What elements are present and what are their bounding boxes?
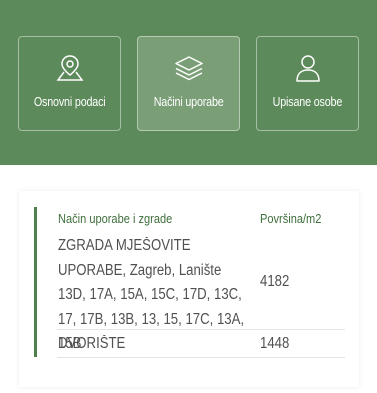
column-header-usage: Način uporabe i zgrade — [58, 211, 173, 226]
tab-label: Upisane osobe — [272, 95, 343, 109]
table-row-2-usage: DVORIŠTE — [58, 335, 126, 352]
map-pin-icon — [56, 55, 83, 81]
table-row-1-area: 4182 — [260, 273, 290, 290]
layers-icon — [174, 56, 203, 81]
tab-label: Osnovni podaci — [33, 95, 106, 109]
tab-upisane-osobe[interactable]: Upisane osobe — [256, 36, 359, 131]
row-divider — [57, 357, 345, 358]
card-accent-bar — [34, 207, 37, 357]
person-icon — [295, 55, 320, 82]
column-header-area: Površina/m2 — [260, 211, 322, 226]
tab-osnovni-podaci[interactable]: Osnovni podaci — [18, 36, 121, 131]
table-row-2-area: 1448 — [260, 335, 290, 352]
tab-label: Načini uporabe — [153, 95, 224, 109]
tab-nacini-uporabe[interactable]: Načini uporabe — [137, 36, 240, 131]
usage-table-card: Način uporabe i zgrade Površina/m2 ZGRAD… — [19, 191, 359, 387]
row-divider — [57, 329, 345, 330]
header-band: Osnovni podaci Načini uporabe Upisane os… — [0, 0, 377, 165]
